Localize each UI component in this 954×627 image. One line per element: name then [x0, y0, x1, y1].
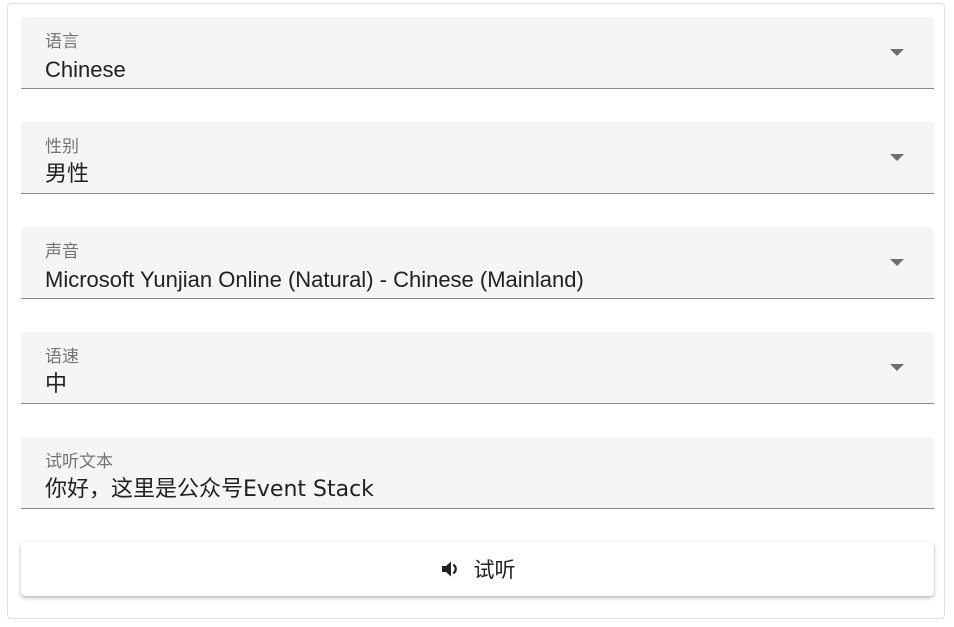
settings-card [7, 3, 945, 619]
chevron-down-icon[interactable] [890, 154, 904, 161]
language-label: 语言 [45, 32, 79, 52]
chevron-down-icon[interactable] [890, 364, 904, 371]
preview-text-input[interactable]: 试听文本 你好，这里是公众号Event Stack [21, 437, 934, 509]
preview-button[interactable]: 试听 [21, 542, 934, 596]
preview-text-value[interactable]: 你好，这里是公众号Event Stack [45, 477, 374, 503]
voice-label: 声音 [45, 242, 79, 262]
chevron-down-icon[interactable] [890, 49, 904, 56]
volume-up-icon [440, 559, 462, 579]
preview-text-label: 试听文本 [45, 452, 113, 472]
gender-value: 男性 [45, 162, 90, 187]
voice-select[interactable]: 声音 Microsoft Yunjian Online (Natural) - … [21, 227, 934, 299]
gender-select[interactable]: 性别 男性 [21, 122, 934, 194]
rate-select[interactable]: 语速 中 [21, 332, 934, 404]
chevron-down-icon[interactable] [890, 259, 904, 266]
rate-value: 中 [45, 372, 68, 397]
rate-label: 语速 [45, 347, 79, 367]
language-value: Chinese [45, 57, 126, 82]
language-select[interactable]: 语言 Chinese [21, 17, 934, 89]
preview-button-label: 试听 [473, 558, 516, 582]
gender-label: 性别 [45, 137, 79, 157]
voice-value: Microsoft Yunjian Online (Natural) - Chi… [45, 267, 584, 292]
